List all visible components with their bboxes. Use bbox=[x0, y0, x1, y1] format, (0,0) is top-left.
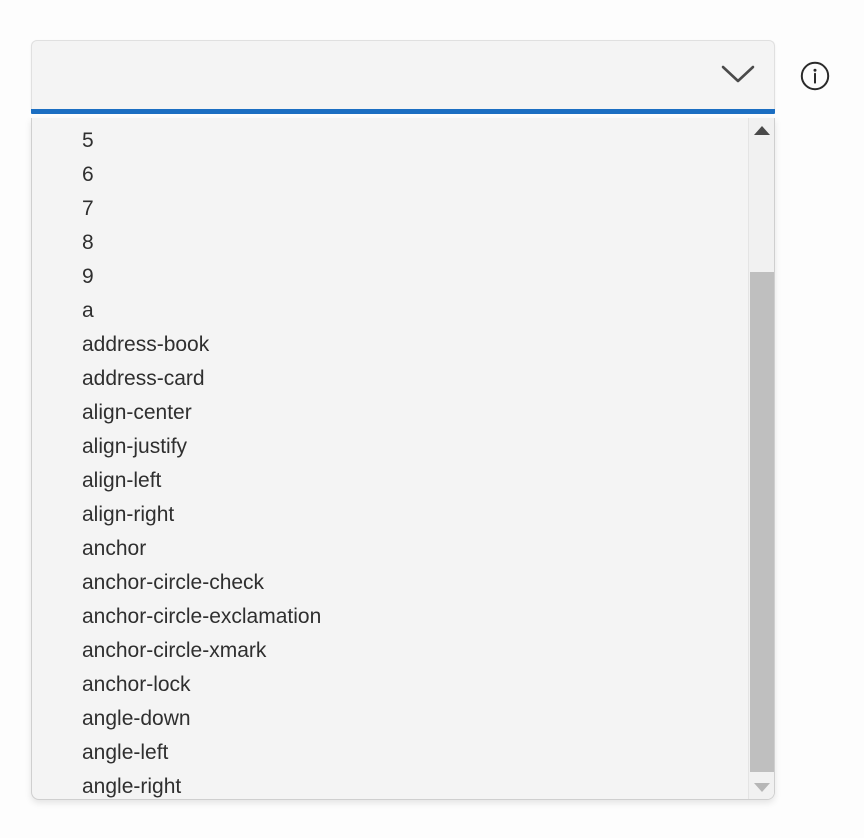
option-item[interactable]: anchor-circle-exclamation bbox=[32, 600, 748, 634]
combobox[interactable] bbox=[31, 40, 775, 114]
option-item[interactable]: address-book bbox=[32, 328, 748, 362]
option-list[interactable]: 5 6 7 8 9 a address-book address-card align-cent… bbox=[32, 118, 748, 799]
option-item[interactable]: angle-right bbox=[32, 770, 748, 799]
option-item[interactable]: 6 bbox=[32, 158, 748, 192]
option-item[interactable]: 8 bbox=[32, 226, 748, 260]
scrollbar-track[interactable] bbox=[749, 142, 774, 775]
option-item[interactable]: address-card bbox=[32, 362, 748, 396]
option-item[interactable]: align-justify bbox=[32, 430, 748, 464]
option-item[interactable]: anchor-circle-xmark bbox=[32, 634, 748, 668]
combobox-focus-underline bbox=[31, 109, 775, 114]
triangle-up-icon bbox=[754, 125, 770, 135]
option-item[interactable]: anchor bbox=[32, 532, 748, 566]
option-item[interactable]: 9 bbox=[32, 260, 748, 294]
dropdown-panel: 5 6 7 8 9 a address-book address-card align-cent… bbox=[31, 118, 775, 800]
combobox-field[interactable] bbox=[31, 40, 775, 110]
option-item[interactable]: 7 bbox=[32, 192, 748, 226]
option-item[interactable]: align-center bbox=[32, 396, 748, 430]
option-item[interactable]: align-right bbox=[32, 498, 748, 532]
combobox-toggle-button[interactable] bbox=[702, 41, 774, 110]
dropdown-scrollbar[interactable] bbox=[748, 118, 774, 799]
option-item[interactable]: angle-left bbox=[32, 736, 748, 770]
info-circle-icon bbox=[799, 60, 831, 95]
option-item[interactable]: 5 bbox=[32, 124, 748, 158]
option-item[interactable]: anchor-circle-check bbox=[32, 566, 748, 600]
combobox-input[interactable] bbox=[32, 41, 702, 110]
triangle-down-icon bbox=[754, 782, 770, 792]
info-button[interactable] bbox=[798, 60, 832, 94]
scrollbar-up-button[interactable] bbox=[749, 118, 774, 142]
option-item[interactable]: angle-down bbox=[32, 702, 748, 736]
option-item[interactable]: align-left bbox=[32, 464, 748, 498]
option-item[interactable]: a bbox=[32, 294, 748, 328]
option-item[interactable]: anchor-lock bbox=[32, 668, 748, 702]
chevron-down-icon bbox=[720, 63, 756, 88]
scrollbar-thumb[interactable] bbox=[750, 272, 774, 772]
scrollbar-down-button[interactable] bbox=[749, 775, 774, 799]
